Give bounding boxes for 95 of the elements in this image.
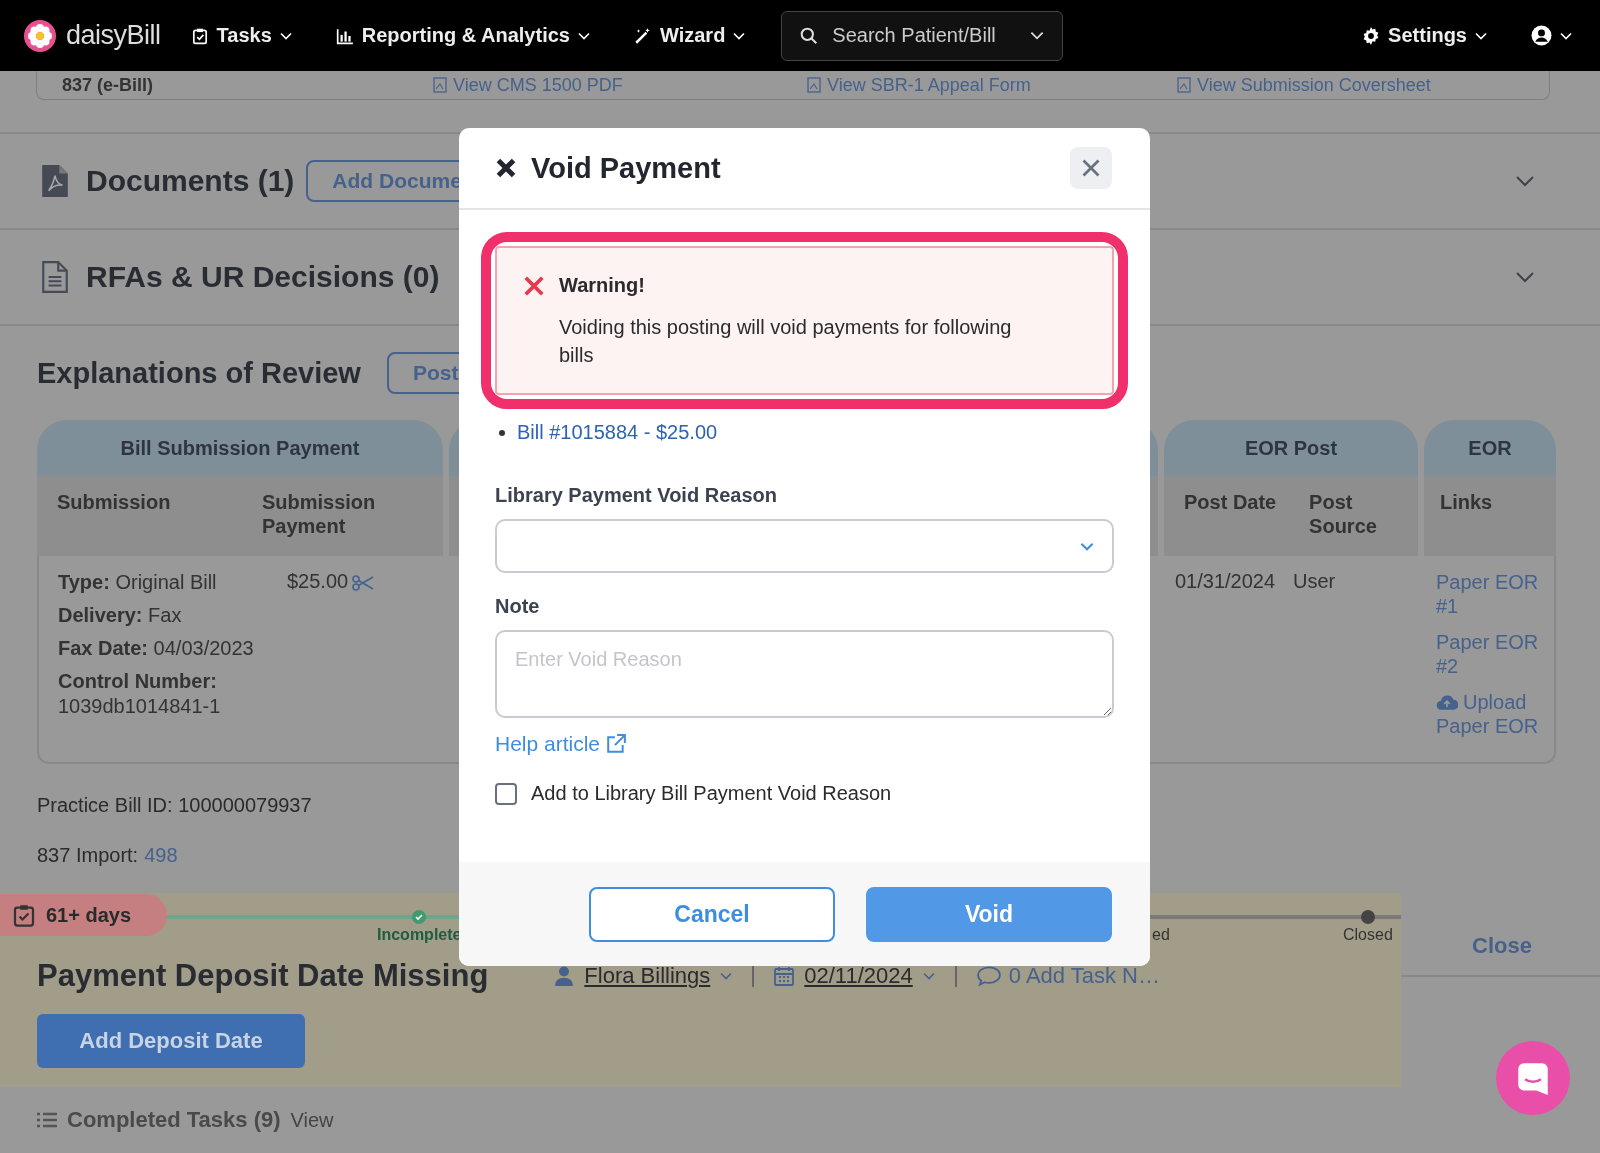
caret-icon: [577, 31, 590, 40]
search-input[interactable]: Search Patient/Bill: [830, 23, 1019, 48]
table-cell: $25.00: [287, 570, 349, 593]
import-label: 837 Import:: [37, 844, 139, 867]
user-avatar-icon[interactable]: [1531, 25, 1552, 46]
nav-menu-item[interactable]: Tasks: [190, 24, 292, 47]
chat-icon: [1516, 1061, 1550, 1095]
eor-link[interactable]: Paper EOR #2: [1436, 630, 1544, 678]
bar-chart-icon: [335, 26, 354, 45]
task-title: Payment Deposit Date Missing: [37, 958, 489, 994]
caret-icon: [1475, 31, 1487, 40]
image-file-icon: [807, 77, 821, 93]
column-group-header: EOR: [1424, 420, 1556, 476]
checkbox-label: Add to Library Bill Payment Void Reason: [531, 782, 892, 805]
table-cell-text: 01/31/2024: [1174, 569, 1277, 594]
field-label: Note: [495, 595, 541, 618]
column-header: Submission: [57, 490, 172, 515]
task-notes-link[interactable]: 0 Add Task N…: [976, 963, 1160, 989]
list-icon: [37, 1112, 57, 1128]
checkbox[interactable]: [495, 782, 517, 805]
settings-menu[interactable]: Settings: [1362, 24, 1487, 47]
column-header: Post Date: [1184, 490, 1278, 515]
search-icon: [800, 26, 819, 45]
import-link[interactable]: 498: [144, 844, 178, 867]
caret-icon: [733, 31, 746, 40]
search-field[interactable]: Search Patient/Bill: [781, 10, 1064, 61]
column-header: Post Source: [1309, 490, 1378, 539]
document-link[interactable]: View SBR-1 Appeal Form: [807, 74, 1177, 96]
age-badge: 61+ days: [0, 894, 167, 936]
cloud-upload-icon: [1436, 694, 1458, 711]
section-title: Explanations of Review: [37, 356, 361, 390]
bill-link[interactable]: Bill #1015884 - $25.00: [517, 421, 718, 444]
image-file-icon: [1177, 77, 1191, 93]
section-title: Documents (1): [86, 164, 295, 198]
clipboard-check-icon: [12, 903, 36, 927]
practice-bill-id: Practice Bill ID: 100000079937: [37, 794, 312, 817]
table-cell-text: Fax Date: 04/03/2023: [58, 636, 255, 661]
help-article-link[interactable]: Help article: [495, 732, 627, 756]
chevron-icon[interactable]: [1515, 175, 1535, 187]
table-cell-text: Type: Original Bill: [58, 570, 218, 595]
caret-icon[interactable]: [1560, 31, 1572, 40]
stage-label: Incomplete: [377, 926, 462, 944]
eor-link[interactable]: Paper EOR #1: [1436, 570, 1544, 618]
magic-wand-icon: [633, 26, 652, 45]
settings-icon: [1362, 26, 1381, 45]
eor-link[interactable]: Upload Paper EOR: [1436, 690, 1544, 738]
bullet-icon: [499, 429, 505, 436]
completed-tasks-label: Completed Tasks (9): [67, 1107, 281, 1133]
pdf-file-icon: [42, 165, 68, 197]
close-x-icon: [495, 157, 517, 179]
error-x-icon: [523, 275, 545, 297]
assignee-dropdown[interactable]: Flora Billings: [554, 963, 733, 989]
document-icon: [42, 261, 68, 293]
stage-label: Closed: [1343, 926, 1393, 944]
speech-bubble-icon: [976, 966, 1001, 986]
stage-label: ed: [1152, 926, 1170, 944]
void-button[interactable]: Void: [866, 886, 1112, 942]
bill-type-label: 837 (e-Bill): [62, 74, 155, 96]
caret-icon: [1080, 541, 1094, 551]
dialog-title: Void Payment: [531, 151, 721, 185]
cancel-button[interactable]: Cancel: [589, 886, 835, 942]
document-link[interactable]: View CMS 1500 PDF: [433, 74, 807, 96]
note-field[interactable]: Enter Void Reason: [495, 630, 1114, 718]
add-deposit-date-button[interactable]: Add Deposit Date: [37, 1014, 305, 1068]
nav-menu-item[interactable]: Wizard: [633, 24, 746, 47]
column-group-header: EOR Post: [1164, 420, 1418, 476]
clipboard-check-icon: [190, 26, 209, 45]
warning-message: Voiding this posting will void payments for following bills: [559, 315, 1013, 368]
warning-title: Warning!: [559, 274, 646, 297]
column-header: Links: [1440, 490, 1493, 515]
column-group-header: Bill Submission Payment: [37, 420, 443, 476]
flower-logo-icon[interactable]: [24, 19, 56, 52]
close-icon: [1081, 158, 1101, 178]
person-icon: [554, 966, 575, 986]
field-label: Library Payment Void Reason: [495, 484, 778, 507]
image-file-icon: [433, 77, 447, 93]
close-button[interactable]: [1070, 147, 1112, 189]
section-title: RFAs & UR Decisions (0): [86, 260, 440, 294]
column-header: Submission Payment: [261, 490, 377, 539]
due-date-dropdown[interactable]: 02/11/2024: [774, 963, 935, 989]
table-cell-text: User: [1293, 569, 1337, 594]
caret-icon: [720, 972, 733, 980]
caret-icon: [922, 972, 935, 980]
table-cell-text: Control Number: 1039db1014841-1: [58, 669, 222, 719]
document-link[interactable]: View Submission Coversheet: [1177, 74, 1549, 96]
caret-icon: [1030, 31, 1045, 40]
view-link[interactable]: View: [290, 1108, 334, 1132]
nav-menu-item[interactable]: Reporting & Analytics: [335, 24, 590, 47]
external-link-icon: [606, 734, 627, 754]
brand-name[interactable]: daisyBill: [66, 20, 161, 51]
caret-icon: [279, 31, 292, 40]
close-task-link[interactable]: Close: [1472, 933, 1532, 959]
chevron-icon[interactable]: [1515, 271, 1535, 283]
table-cell-text: Delivery: Fax: [58, 603, 183, 628]
calendar-icon: [774, 966, 795, 986]
